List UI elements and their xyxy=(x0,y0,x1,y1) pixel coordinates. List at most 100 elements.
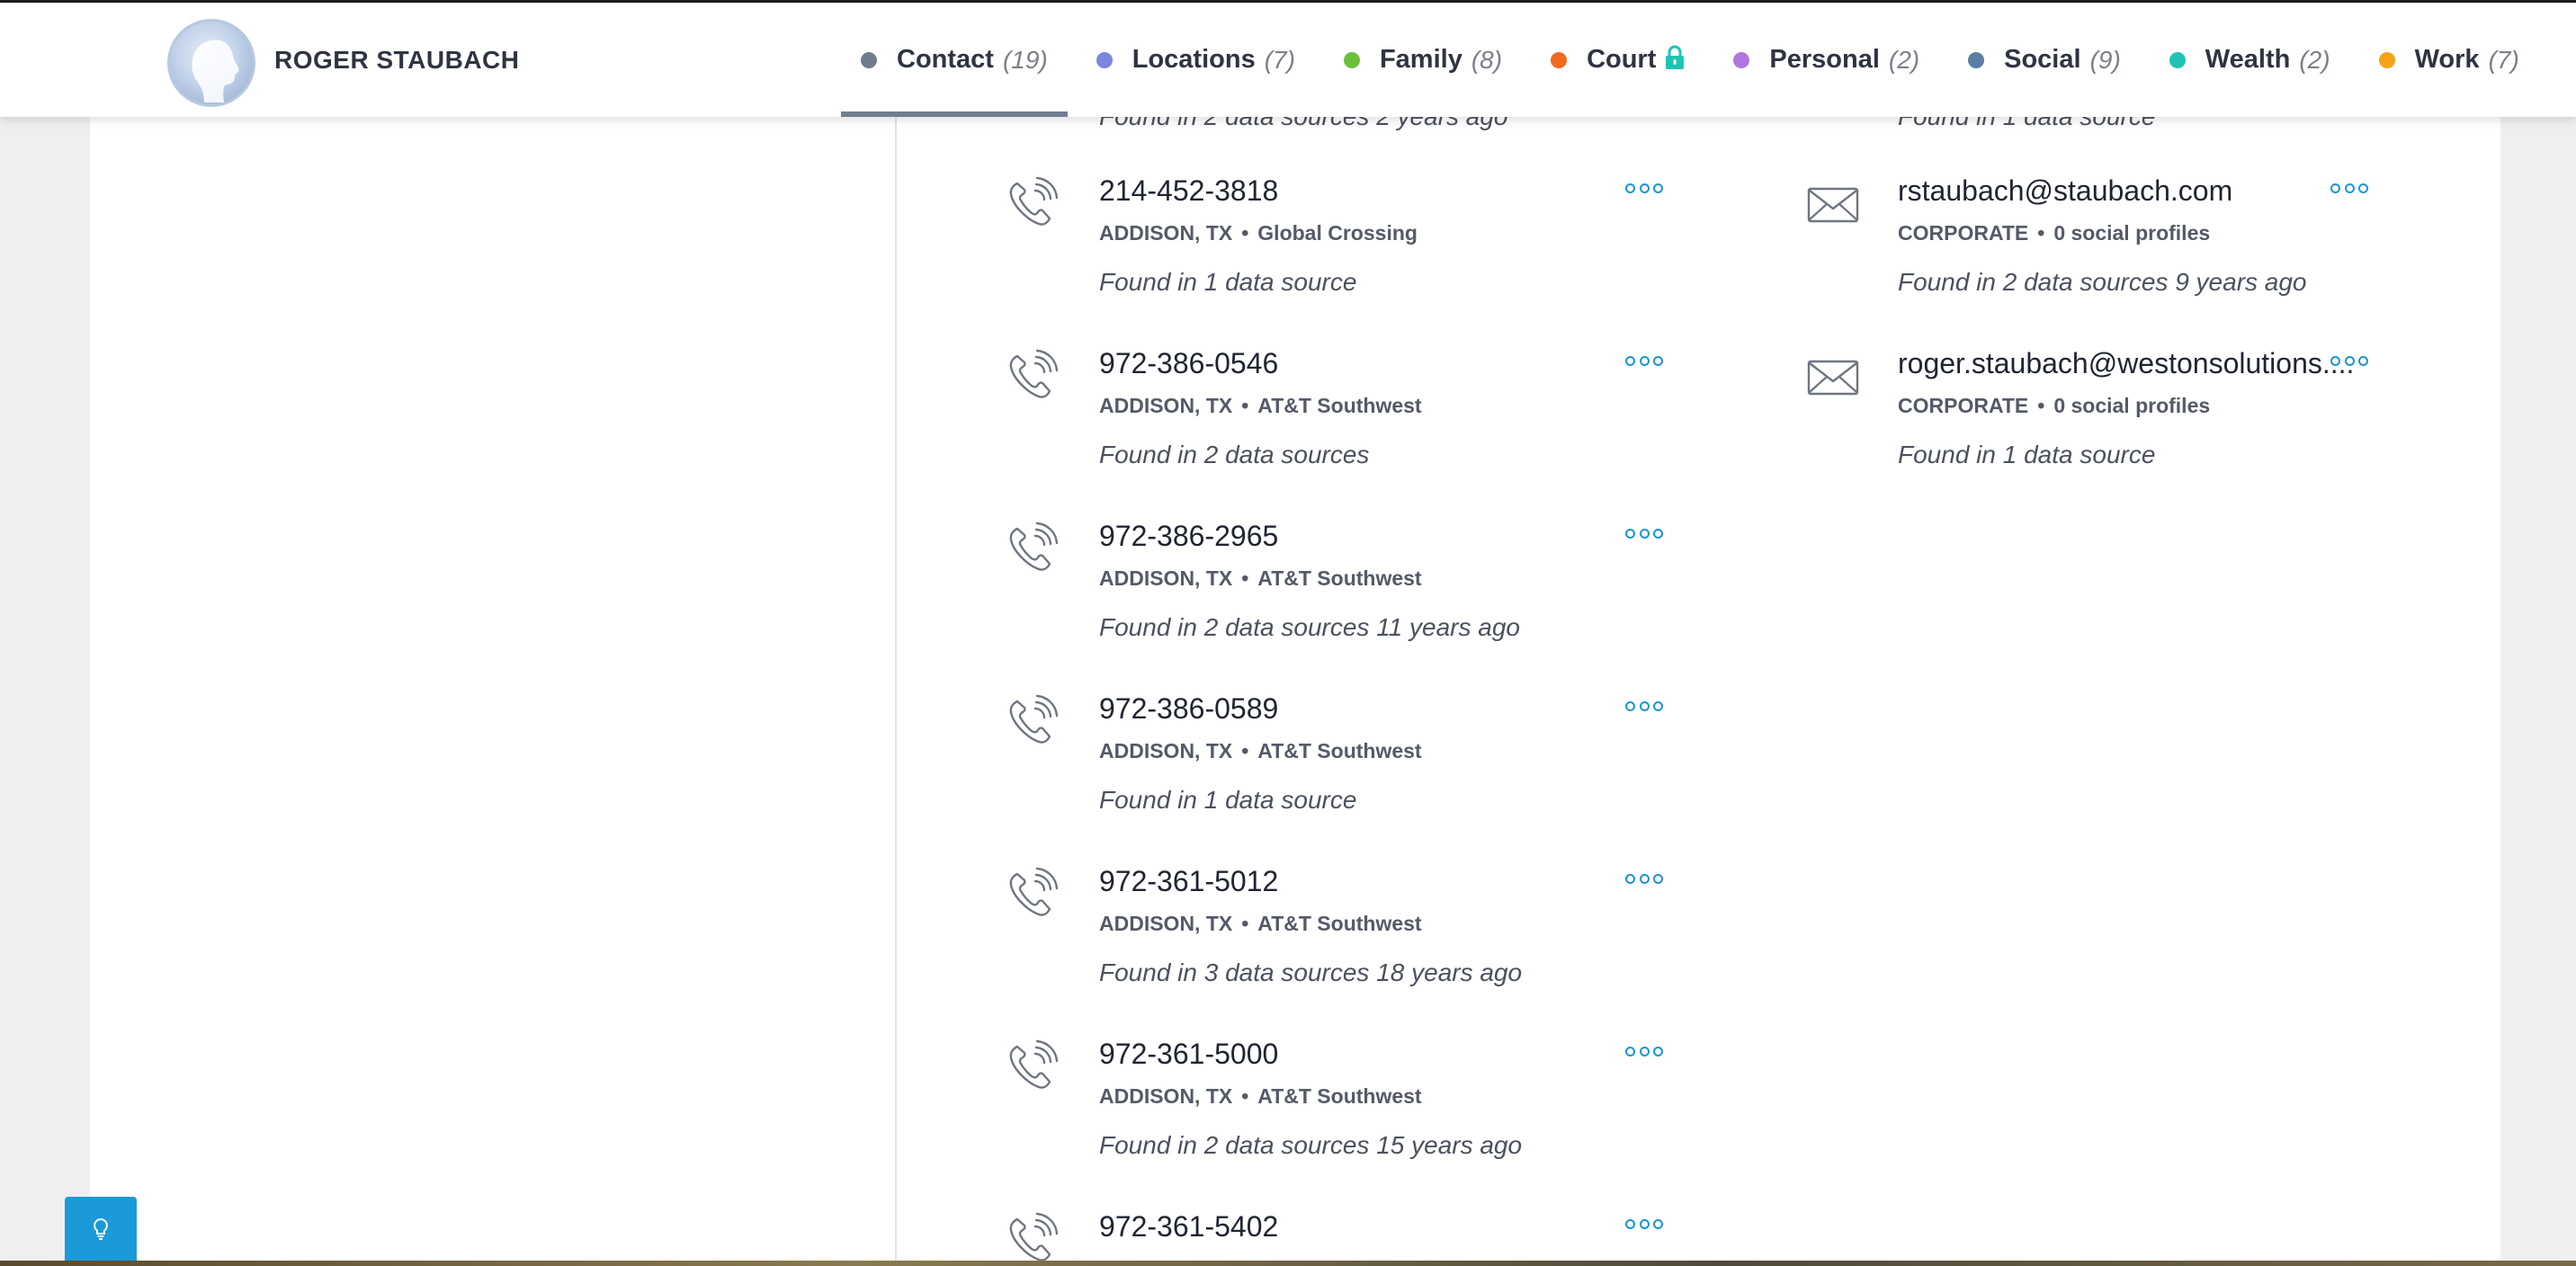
tab-color-dot xyxy=(2169,51,2186,68)
phone-details: ADDISON, TX • AT&T Southwest xyxy=(1099,912,1422,936)
more-options-icon[interactable] xyxy=(2330,354,2368,367)
social-profiles-count: 0 social profiles xyxy=(2053,394,2211,417)
separator-dot: • xyxy=(1241,394,1249,417)
lightbulb-icon xyxy=(92,1217,110,1245)
tab-family[interactable]: Family (8) xyxy=(1324,3,1522,117)
tab-contact[interactable]: Contact (19) xyxy=(841,3,1068,117)
phone-number: 972-361-5000 xyxy=(1099,1038,1279,1070)
phone-icon xyxy=(1005,347,1060,407)
tab-personal[interactable]: Personal (2) xyxy=(1713,3,1939,117)
separator-dot: • xyxy=(1241,739,1249,762)
phone-number: 972-386-0589 xyxy=(1099,692,1279,725)
phone-details: ADDISON, TX • AT&T Southwest xyxy=(1099,394,1422,418)
email-address: rstaubach@staubach.com xyxy=(1898,174,2233,207)
tab-color-dot xyxy=(1551,51,1568,68)
right-gutter xyxy=(2500,117,2576,1266)
found-in-sources: Found in 2 data sources 15 years ago xyxy=(1099,1131,1523,1159)
phone-location: ADDISON, TX xyxy=(1099,739,1233,762)
phone-icon xyxy=(1005,865,1060,925)
found-in-sources: Found in 1 data source xyxy=(1898,441,2156,468)
tab-count: (7) xyxy=(1264,45,1295,74)
envelope-icon xyxy=(1807,185,1859,229)
phone-number: 972-361-5012 xyxy=(1099,865,1279,897)
separator-dot: • xyxy=(1241,566,1249,590)
tab-color-dot xyxy=(1343,51,1360,68)
phone-icon xyxy=(1005,520,1060,580)
found-in-sources: Found in 1 data source xyxy=(1099,268,1357,296)
tab-label: Family xyxy=(1379,45,1462,74)
profile-silhouette-icon xyxy=(192,40,239,103)
tab-count: (19) xyxy=(1002,45,1048,74)
more-options-icon[interactable] xyxy=(1625,182,1663,194)
tab-label: Social xyxy=(2004,45,2081,74)
phone-details: ADDISON, TX • AT&T Southwest xyxy=(1099,739,1422,763)
social-profiles-count: 0 social profiles xyxy=(2053,221,2211,245)
more-options-icon[interactable] xyxy=(1625,1217,1663,1230)
phone-location: ADDISON, TX xyxy=(1099,394,1233,417)
bottom-edge-strip xyxy=(0,1261,2576,1266)
phone-icon xyxy=(1005,174,1060,235)
separator-dot: • xyxy=(1241,1084,1249,1108)
phone-details: ADDISON, TX • AT&T Southwest xyxy=(1099,1084,1422,1109)
phone-location: ADDISON, TX xyxy=(1099,1084,1233,1108)
phone-location: ADDISON, TX xyxy=(1099,912,1233,935)
phone-location: ADDISON, TX xyxy=(1099,566,1233,590)
found-in-sources: Found in 2 data sources 11 years ago xyxy=(1099,613,1521,641)
separator-dot: • xyxy=(2037,221,2045,245)
phone-details: ADDISON, TX • AT&T Southwest xyxy=(1099,566,1422,591)
tab-color-dot xyxy=(1968,51,1985,68)
tab-count: (8) xyxy=(1471,45,1503,74)
phone-number: 214-452-3818 xyxy=(1099,174,1279,207)
tab-count: (7) xyxy=(2488,45,2519,74)
left-sidebar-panel xyxy=(90,117,895,1266)
tab-label: Personal xyxy=(1769,45,1880,74)
separator-dot: • xyxy=(2037,394,2045,417)
found-in-sources: Found in 1 data source xyxy=(1898,117,2155,131)
contact-results-panel: Found in 2 data sources 2 years ago 214-… xyxy=(895,117,2500,1266)
avatar[interactable] xyxy=(167,19,255,107)
email-address: roger.staubach@westonsolutions.... xyxy=(1898,347,2355,379)
phone-carrier: Global Crossing xyxy=(1257,221,1418,245)
found-in-sources: Found in 3 data sources 18 years ago xyxy=(1099,958,1523,986)
tab-count: (2) xyxy=(2299,45,2330,74)
tab-locations[interactable]: Locations (7) xyxy=(1077,3,1315,117)
more-options-icon[interactable] xyxy=(1625,354,1663,367)
more-options-icon[interactable] xyxy=(2330,182,2368,194)
category-tabs: Contact (19) Locations (7) Family (8) Co… xyxy=(841,3,2548,117)
tab-label: Contact xyxy=(897,45,994,74)
tab-label: Court xyxy=(1587,45,1657,74)
phone-number: 972-361-5402 xyxy=(1099,1210,1279,1243)
phone-icon xyxy=(1005,692,1060,753)
phone-carrier: AT&T Southwest xyxy=(1257,566,1422,590)
top-navigation-bar: ROGER STAUBACH Contact (19) Locations (7… xyxy=(0,0,2576,117)
phone-details: ADDISON, TX • Global Crossing xyxy=(1099,221,1418,245)
phone-icon xyxy=(1005,1038,1060,1098)
envelope-icon xyxy=(1807,358,1859,402)
tab-label: Wealth xyxy=(2205,45,2291,74)
more-options-icon[interactable] xyxy=(1625,872,1663,885)
phone-carrier: AT&T Southwest xyxy=(1257,912,1422,935)
tab-color-dot xyxy=(1733,51,1750,68)
separator-dot: • xyxy=(1241,221,1249,245)
tab-color-dot xyxy=(1096,51,1113,68)
phone-location: ADDISON, TX xyxy=(1099,221,1233,245)
email-type: CORPORATE xyxy=(1898,221,2029,245)
tab-social[interactable]: Social (9) xyxy=(1948,3,2141,117)
profile-name: ROGER STAUBACH xyxy=(274,46,520,74)
hint-button[interactable] xyxy=(65,1197,137,1266)
tab-work[interactable]: Work (7) xyxy=(2359,3,2539,117)
found-in-sources: Found in 2 data sources 9 years ago xyxy=(1898,268,2307,296)
separator-dot: • xyxy=(1241,912,1249,935)
phone-carrier: AT&T Southwest xyxy=(1257,739,1422,762)
email-details: CORPORATE • 0 social profiles xyxy=(1898,394,2210,418)
more-options-icon[interactable] xyxy=(1625,527,1663,539)
found-in-sources: Found in 2 data sources 2 years ago xyxy=(1099,117,1508,131)
more-options-icon[interactable] xyxy=(1625,1045,1663,1057)
phone-number: 972-386-2965 xyxy=(1099,520,1279,552)
found-in-sources: Found in 1 data source xyxy=(1099,786,1357,814)
tab-court[interactable]: Court xyxy=(1531,3,1704,117)
tab-wealth[interactable]: Wealth (2) xyxy=(2150,3,2350,117)
phone-carrier: AT&T Southwest xyxy=(1257,1084,1422,1108)
more-options-icon[interactable] xyxy=(1625,700,1663,712)
phone-carrier: AT&T Southwest xyxy=(1257,394,1422,417)
